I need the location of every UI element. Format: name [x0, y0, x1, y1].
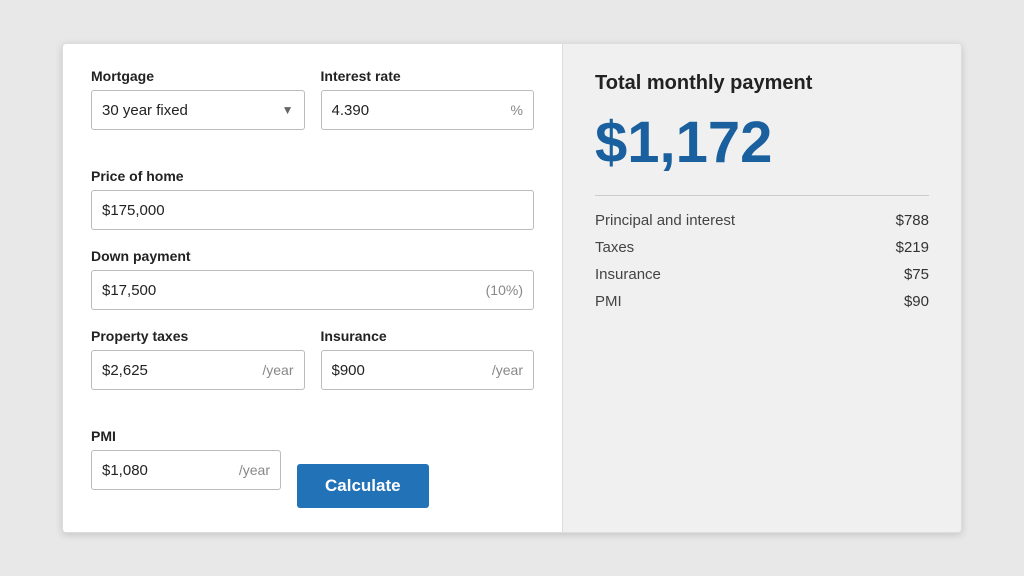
- total-amount: $1,172: [595, 111, 929, 175]
- breakdown-value: $90: [904, 293, 929, 310]
- interest-rate-input-wrapper: %: [321, 90, 535, 130]
- property-taxes-field-group: Property taxes /year: [91, 328, 305, 390]
- property-taxes-input-wrapper: /year: [91, 350, 305, 390]
- taxes-insurance-row: Property taxes /year Insurance /year: [91, 328, 534, 408]
- insurance-suffix: /year: [492, 362, 523, 378]
- right-panel: Total monthly payment $1,172 Principal a…: [563, 44, 961, 532]
- down-payment-field-group: Down payment (10%): [91, 248, 534, 310]
- insurance-input[interactable]: [332, 362, 486, 379]
- breakdown-row: Principal and interest $788: [595, 212, 929, 229]
- breakdown-row: PMI $90: [595, 293, 929, 310]
- breakdown-label: Taxes: [595, 239, 634, 256]
- interest-rate-input[interactable]: [332, 102, 511, 119]
- calculator-wrapper: Mortgage 30 year fixed 15 year fixed 5/1…: [62, 43, 962, 533]
- pmi-label: PMI: [91, 428, 281, 444]
- breakdown-label: Principal and interest: [595, 212, 735, 229]
- divider: [595, 195, 929, 196]
- breakdown-row: Insurance $75: [595, 266, 929, 283]
- percent-suffix: %: [511, 102, 523, 118]
- mortgage-interest-row: Mortgage 30 year fixed 15 year fixed 5/1…: [91, 68, 534, 148]
- breakdown-value: $219: [896, 239, 929, 256]
- price-of-home-input-wrapper: [91, 190, 534, 230]
- interest-rate-field-group: Interest rate %: [321, 68, 535, 130]
- breakdown-container: Principal and interest $788 Taxes $219 Insur…: [595, 212, 929, 310]
- pmi-suffix: /year: [239, 462, 270, 478]
- pmi-calculate-row: PMI /year Calculate: [91, 428, 534, 508]
- left-panel: Mortgage 30 year fixed 15 year fixed 5/1…: [63, 44, 563, 532]
- insurance-label: Insurance: [321, 328, 535, 344]
- breakdown-value: $75: [904, 266, 929, 283]
- price-of-home-input[interactable]: [102, 202, 523, 219]
- down-payment-input-wrapper: (10%): [91, 270, 534, 310]
- pmi-field-group: PMI /year: [91, 428, 281, 490]
- calculate-button[interactable]: Calculate: [297, 464, 429, 508]
- mortgage-select[interactable]: 30 year fixed 15 year fixed 5/1 ARM: [102, 102, 294, 119]
- breakdown-row: Taxes $219: [595, 239, 929, 256]
- price-of-home-field-group: Price of home: [91, 168, 534, 230]
- insurance-input-wrapper: /year: [321, 350, 535, 390]
- breakdown-value: $788: [896, 212, 929, 229]
- breakdown-label: Insurance: [595, 266, 661, 283]
- pmi-input[interactable]: [102, 462, 233, 479]
- insurance-field-group: Insurance /year: [321, 328, 535, 390]
- down-payment-label: Down payment: [91, 248, 534, 264]
- down-payment-input[interactable]: [102, 282, 486, 299]
- property-taxes-label: Property taxes: [91, 328, 305, 344]
- breakdown-label: PMI: [595, 293, 622, 310]
- result-title: Total monthly payment: [595, 72, 929, 95]
- property-taxes-suffix: /year: [262, 362, 293, 378]
- pmi-input-wrapper: /year: [91, 450, 281, 490]
- mortgage-label: Mortgage: [91, 68, 305, 84]
- property-taxes-input[interactable]: [102, 362, 256, 379]
- mortgage-field-group: Mortgage 30 year fixed 15 year fixed 5/1…: [91, 68, 305, 130]
- interest-rate-label: Interest rate: [321, 68, 535, 84]
- down-payment-percent: (10%): [486, 282, 523, 298]
- mortgage-select-wrapper[interactable]: 30 year fixed 15 year fixed 5/1 ARM ▼: [91, 90, 305, 130]
- price-of-home-label: Price of home: [91, 168, 534, 184]
